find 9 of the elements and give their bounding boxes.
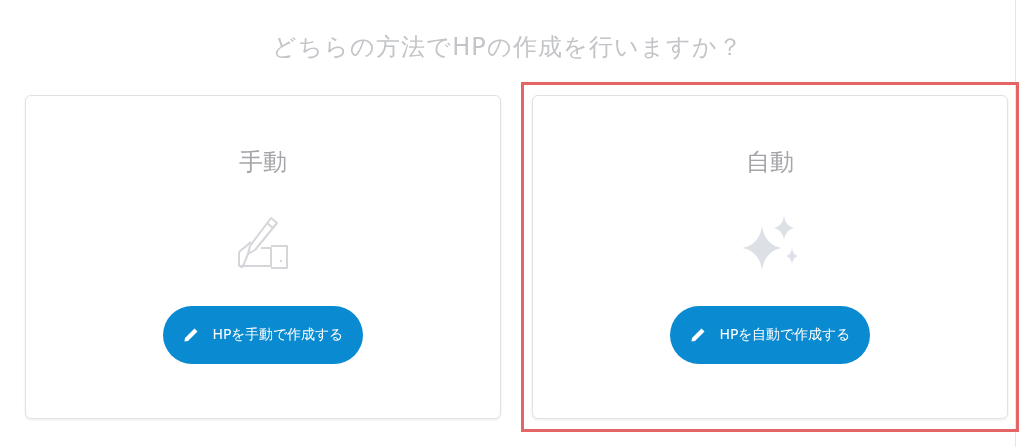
page-heading: どちらの方法でHPの作成を行いますか？ <box>271 32 744 63</box>
create-button[interactable]: HPを手動で作成する <box>162 306 364 364</box>
option-card[interactable]: 手動 HPを手動で作成する <box>25 95 501 419</box>
option-title: 手動 <box>239 147 287 178</box>
create-button[interactable]: HPを自動で作成する <box>669 306 871 364</box>
pencil-icon <box>689 327 706 343</box>
pencil-icon <box>182 327 199 343</box>
option-card[interactable]: 自動 HPを自動で作成する <box>532 95 1008 419</box>
option-title: 自動 <box>746 147 794 178</box>
